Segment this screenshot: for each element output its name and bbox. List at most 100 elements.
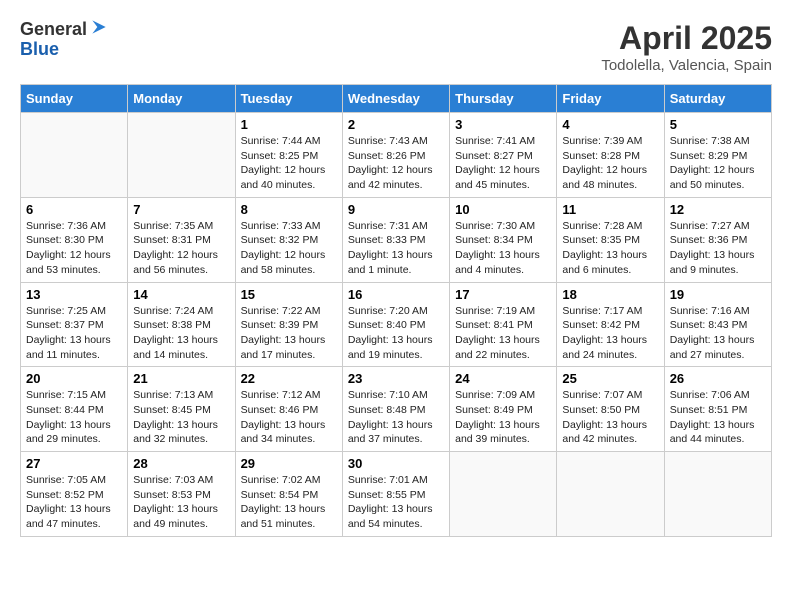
calendar-cell: 3 Sunrise: 7:41 AM Sunset: 8:27 PM Daylig…: [450, 113, 557, 198]
day-detail: Sunrise: 7:12 AM Sunset: 8:46 PM Dayligh…: [241, 388, 337, 447]
calendar-cell: 22 Sunrise: 7:12 AM Sunset: 8:46 PM Dayli…: [235, 367, 342, 452]
calendar-cell: 12 Sunrise: 7:27 AM Sunset: 8:36 PM Dayli…: [664, 197, 771, 282]
day-detail: Sunrise: 7:30 AM Sunset: 8:34 PM Dayligh…: [455, 219, 551, 278]
day-number: 28: [133, 456, 229, 471]
day-detail: Sunrise: 7:41 AM Sunset: 8:27 PM Dayligh…: [455, 134, 551, 193]
logo: General Blue: [20, 20, 109, 60]
col-header-thursday: Thursday: [450, 85, 557, 113]
day-detail: Sunrise: 7:20 AM Sunset: 8:40 PM Dayligh…: [348, 304, 444, 363]
calendar-cell: 6Sunrise: 7:36 AM Sunset: 8:30 PM Daylig…: [21, 197, 128, 282]
calendar-week-2: 6Sunrise: 7:36 AM Sunset: 8:30 PM Daylig…: [21, 197, 772, 282]
day-number: 22: [241, 371, 337, 386]
day-number: 9: [348, 202, 444, 217]
day-detail: Sunrise: 7:22 AM Sunset: 8:39 PM Dayligh…: [241, 304, 337, 363]
day-detail: Sunrise: 7:24 AM Sunset: 8:38 PM Dayligh…: [133, 304, 229, 363]
day-detail: Sunrise: 7:02 AM Sunset: 8:54 PM Dayligh…: [241, 473, 337, 532]
day-detail: Sunrise: 7:39 AM Sunset: 8:28 PM Dayligh…: [562, 134, 658, 193]
day-detail: Sunrise: 7:09 AM Sunset: 8:49 PM Dayligh…: [455, 388, 551, 447]
day-number: 10: [455, 202, 551, 217]
calendar-cell: 25 Sunrise: 7:07 AM Sunset: 8:50 PM Dayli…: [557, 367, 664, 452]
day-detail: Sunrise: 7:27 AM Sunset: 8:36 PM Dayligh…: [670, 219, 766, 278]
day-detail: Sunrise: 7:17 AM Sunset: 8:42 PM Dayligh…: [562, 304, 658, 363]
day-detail: Sunrise: 7:31 AM Sunset: 8:33 PM Dayligh…: [348, 219, 444, 278]
calendar-cell: 19 Sunrise: 7:16 AM Sunset: 8:43 PM Dayli…: [664, 282, 771, 367]
day-number: 3: [455, 117, 551, 132]
calendar-cell: [21, 113, 128, 198]
day-detail: Sunrise: 7:06 AM Sunset: 8:51 PM Dayligh…: [670, 388, 766, 447]
logo-blue-text: Blue: [20, 40, 109, 60]
calendar-cell: 13 Sunrise: 7:25 AM Sunset: 8:37 PM Dayli…: [21, 282, 128, 367]
calendar-cell: 16 Sunrise: 7:20 AM Sunset: 8:40 PM Dayli…: [342, 282, 449, 367]
day-detail: Sunrise: 7:28 AM Sunset: 8:35 PM Dayligh…: [562, 219, 658, 278]
day-number: 1: [241, 117, 337, 132]
logo-general-text: General: [20, 20, 87, 40]
day-number: 24: [455, 371, 551, 386]
day-detail: Sunrise: 7:44 AM Sunset: 8:25 PM Dayligh…: [241, 134, 337, 193]
calendar-cell: [128, 113, 235, 198]
header-row: SundayMondayTuesdayWednesdayThursdayFrid…: [21, 85, 772, 113]
day-detail: Sunrise: 7:15 AM Sunset: 8:44 PM Dayligh…: [26, 388, 122, 447]
day-number: 5: [670, 117, 766, 132]
calendar-cell: 11 Sunrise: 7:28 AM Sunset: 8:35 PM Dayli…: [557, 197, 664, 282]
calendar-cell: [557, 452, 664, 537]
day-number: 26: [670, 371, 766, 386]
day-detail: Sunrise: 7:36 AM Sunset: 8:30 PM Dayligh…: [26, 219, 122, 278]
day-number: 19: [670, 287, 766, 302]
day-number: 11: [562, 202, 658, 217]
day-detail: Sunrise: 7:19 AM Sunset: 8:41 PM Dayligh…: [455, 304, 551, 363]
day-number: 8: [241, 202, 337, 217]
day-detail: Sunrise: 7:10 AM Sunset: 8:48 PM Dayligh…: [348, 388, 444, 447]
calendar-cell: 14 Sunrise: 7:24 AM Sunset: 8:38 PM Dayli…: [128, 282, 235, 367]
calendar-cell: 17Sunrise: 7:19 AM Sunset: 8:41 PM Dayli…: [450, 282, 557, 367]
title-block: April 2025 Todolella, Valencia, Spain: [601, 20, 772, 74]
day-number: 21: [133, 371, 229, 386]
col-header-wednesday: Wednesday: [342, 85, 449, 113]
calendar-cell: 23Sunrise: 7:10 AM Sunset: 8:48 PM Dayli…: [342, 367, 449, 452]
calendar-cell: 29 Sunrise: 7:02 AM Sunset: 8:54 PM Dayli…: [235, 452, 342, 537]
day-detail: Sunrise: 7:43 AM Sunset: 8:26 PM Dayligh…: [348, 134, 444, 193]
calendar-cell: 24 Sunrise: 7:09 AM Sunset: 8:49 PM Dayli…: [450, 367, 557, 452]
day-number: 29: [241, 456, 337, 471]
calendar-cell: 15 Sunrise: 7:22 AM Sunset: 8:39 PM Dayli…: [235, 282, 342, 367]
day-number: 4: [562, 117, 658, 132]
col-header-tuesday: Tuesday: [235, 85, 342, 113]
day-number: 12: [670, 202, 766, 217]
day-number: 16: [348, 287, 444, 302]
calendar-title: April 2025: [601, 20, 772, 57]
calendar-week-3: 13 Sunrise: 7:25 AM Sunset: 8:37 PM Dayli…: [21, 282, 772, 367]
day-detail: Sunrise: 7:07 AM Sunset: 8:50 PM Dayligh…: [562, 388, 658, 447]
col-header-monday: Monday: [128, 85, 235, 113]
calendar-cell: 21Sunrise: 7:13 AM Sunset: 8:45 PM Dayli…: [128, 367, 235, 452]
calendar-table: SundayMondayTuesdayWednesdayThursdayFrid…: [20, 84, 772, 537]
day-number: 30: [348, 456, 444, 471]
day-detail: Sunrise: 7:33 AM Sunset: 8:32 PM Dayligh…: [241, 219, 337, 278]
calendar-cell: 30Sunrise: 7:01 AM Sunset: 8:55 PM Dayli…: [342, 452, 449, 537]
calendar-cell: 28 Sunrise: 7:03 AM Sunset: 8:53 PM Dayli…: [128, 452, 235, 537]
calendar-week-1: 1 Sunrise: 7:44 AM Sunset: 8:25 PM Daylig…: [21, 113, 772, 198]
calendar-cell: 10 Sunrise: 7:30 AM Sunset: 8:34 PM Dayli…: [450, 197, 557, 282]
day-number: 14: [133, 287, 229, 302]
col-header-saturday: Saturday: [664, 85, 771, 113]
calendar-cell: 2Sunrise: 7:43 AM Sunset: 8:26 PM Daylig…: [342, 113, 449, 198]
calendar-cell: 26 Sunrise: 7:06 AM Sunset: 8:51 PM Dayli…: [664, 367, 771, 452]
day-number: 18: [562, 287, 658, 302]
calendar-cell: 5Sunrise: 7:38 AM Sunset: 8:29 PM Daylig…: [664, 113, 771, 198]
day-number: 25: [562, 371, 658, 386]
day-detail: Sunrise: 7:16 AM Sunset: 8:43 PM Dayligh…: [670, 304, 766, 363]
calendar-cell: 18 Sunrise: 7:17 AM Sunset: 8:42 PM Dayli…: [557, 282, 664, 367]
day-number: 15: [241, 287, 337, 302]
day-number: 27: [26, 456, 122, 471]
calendar-week-4: 20Sunrise: 7:15 AM Sunset: 8:44 PM Dayli…: [21, 367, 772, 452]
calendar-cell: [450, 452, 557, 537]
day-detail: Sunrise: 7:25 AM Sunset: 8:37 PM Dayligh…: [26, 304, 122, 363]
col-header-friday: Friday: [557, 85, 664, 113]
page-header: General Blue April 2025 Todolella, Valen…: [20, 20, 772, 74]
calendar-cell: 27 Sunrise: 7:05 AM Sunset: 8:52 PM Dayli…: [21, 452, 128, 537]
day-detail: Sunrise: 7:03 AM Sunset: 8:53 PM Dayligh…: [133, 473, 229, 532]
calendar-subtitle: Todolella, Valencia, Spain: [601, 57, 772, 74]
calendar-cell: 9 Sunrise: 7:31 AM Sunset: 8:33 PM Daylig…: [342, 197, 449, 282]
calendar-cell: 1 Sunrise: 7:44 AM Sunset: 8:25 PM Daylig…: [235, 113, 342, 198]
day-detail: Sunrise: 7:05 AM Sunset: 8:52 PM Dayligh…: [26, 473, 122, 532]
day-detail: Sunrise: 7:35 AM Sunset: 8:31 PM Dayligh…: [133, 219, 229, 278]
day-number: 13: [26, 287, 122, 302]
